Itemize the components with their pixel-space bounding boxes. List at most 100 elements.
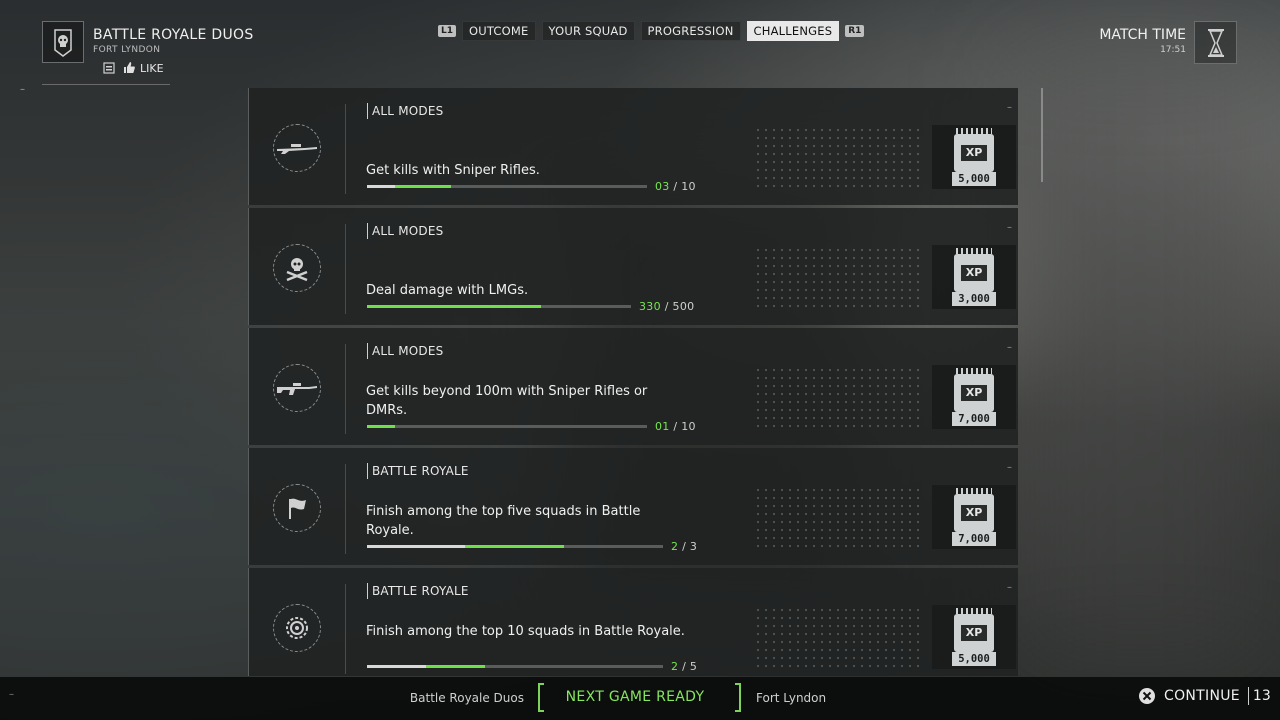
progress-gained [426, 665, 485, 668]
progress-target: 500 [672, 300, 695, 313]
card-divider [345, 104, 346, 194]
continue-button[interactable]: CONTINUE 13 [1138, 687, 1271, 705]
challenge-category: ALL MODES [367, 223, 443, 239]
footer-mode: Battle Royale Duos [409, 691, 524, 705]
progress-current: 2 [671, 540, 679, 553]
challenge-category: BATTLE ROYALE [367, 463, 469, 479]
card-divider [345, 464, 346, 554]
collapse-indicator[interactable]: – [1007, 462, 1012, 473]
tab-your-squad[interactable]: YOUR SQUAD [541, 21, 635, 41]
progress-target: 10 [681, 180, 696, 193]
challenge-progress-bar [367, 425, 647, 428]
sniper-rifle-icon [277, 144, 317, 154]
tab-progression[interactable]: PROGRESSION [640, 21, 741, 41]
footer-map: Fort Lyndon [756, 691, 827, 705]
dmr-rifle-icon [277, 383, 317, 395]
thumbs-up-icon [124, 62, 135, 73]
match-time-box [1194, 21, 1237, 64]
dot-pattern [754, 366, 924, 430]
footer-bar: – Battle Royale Duos NEXT GAME READY For… [0, 677, 1280, 720]
challenge-list[interactable]: ALL MODES Get kills with Sniper Rifles. … [248, 88, 1020, 676]
report-icon[interactable] [102, 61, 116, 75]
xp-chip-icon: XP 5,000 [952, 608, 996, 666]
progress-prior [367, 545, 465, 548]
challenge-card[interactable]: BATTLE ROYALE Finish among the top 10 sq… [248, 568, 1018, 676]
dot-pattern [754, 486, 924, 550]
progress-current: 01 [655, 420, 670, 433]
divider-dash: – [20, 84, 25, 95]
dot-pattern [754, 246, 924, 310]
challenge-description: Get kills with Sniper Rifles. [366, 163, 540, 178]
collapse-indicator[interactable]: – [1007, 582, 1012, 593]
list-scrollbar[interactable] [1041, 88, 1043, 182]
challenge-count: 2 / 5 [671, 660, 697, 673]
challenge-description: Deal damage with LMGs. [366, 283, 529, 298]
xp-reward: XP 3,000 [932, 245, 1016, 309]
challenge-badge [273, 364, 321, 412]
dot-pattern [754, 126, 924, 190]
xp-label: XP [961, 505, 987, 521]
hourglass-icon [1207, 28, 1224, 57]
mode-emblem [42, 21, 84, 63]
card-divider [345, 584, 346, 674]
challenge-category: ALL MODES [367, 343, 443, 359]
l1-hint[interactable]: L1 [438, 25, 456, 37]
challenge-card[interactable]: ALL MODES Get kills with Sniper Rifles. … [248, 88, 1018, 205]
card-divider [345, 224, 346, 314]
challenge-category: BATTLE ROYALE [367, 583, 469, 599]
challenge-progress-bar [367, 305, 631, 308]
tab-bar: L1 OUTCOME YOUR SQUAD PROGRESSION CHALLE… [438, 21, 865, 41]
progress-target: 5 [689, 660, 698, 673]
challenge-category: ALL MODES [367, 103, 443, 119]
collapse-indicator[interactable]: – [1007, 102, 1012, 113]
like-button[interactable]: LIKE [122, 61, 164, 75]
status-bracket-left [538, 683, 544, 712]
cross-button-icon [1139, 688, 1155, 704]
continue-label: CONTINUE [1164, 688, 1240, 704]
tab-challenges[interactable]: CHALLENGES [746, 21, 840, 41]
progress-separator: / [673, 420, 678, 433]
xp-amount: 5,000 [952, 652, 996, 666]
match-time-label: MATCH TIME [1099, 27, 1186, 43]
xp-label: XP [961, 145, 987, 161]
progress-gained [465, 545, 564, 548]
progress-separator: / [673, 180, 678, 193]
challenge-card[interactable]: ALL MODES Deal damage with LMGs. 330 / 5… [248, 208, 1018, 325]
tab-outcome[interactable]: OUTCOME [462, 21, 536, 41]
progress-current: 03 [655, 180, 670, 193]
challenge-card[interactable]: BATTLE ROYALE Finish among the top five … [248, 448, 1018, 565]
match-time-value: 17:51 [1160, 45, 1186, 55]
next-game-status: NEXT GAME READY [565, 689, 705, 705]
r1-hint[interactable]: R1 [845, 25, 865, 37]
like-row: LIKE [102, 61, 164, 75]
xp-reward: XP 5,000 [932, 605, 1016, 669]
challenge-progress-bar [367, 545, 663, 548]
like-label: LIKE [140, 61, 164, 75]
xp-label: XP [961, 625, 987, 641]
xp-chip-icon: XP 3,000 [952, 248, 996, 306]
challenge-progress-bar [367, 185, 647, 188]
xp-chip-icon: XP 5,000 [952, 128, 996, 186]
collapse-indicator[interactable]: – [1007, 342, 1012, 353]
xp-reward: XP 7,000 [932, 485, 1016, 549]
xp-amount: 7,000 [952, 532, 996, 546]
progress-separator: / [682, 660, 687, 673]
challenge-badge [273, 244, 321, 292]
challenge-progress-bar [367, 665, 663, 668]
challenge-count: 2 / 3 [671, 540, 697, 553]
medal-icon [286, 617, 308, 639]
collapse-indicator[interactable]: – [1007, 222, 1012, 233]
progress-current: 2 [671, 660, 679, 673]
challenge-badge [273, 484, 321, 532]
challenge-description: Get kills beyond 100m with Sniper Rifles… [366, 384, 648, 418]
status-bracket-right [735, 683, 741, 712]
skull-crossbones-icon [286, 258, 308, 282]
challenge-count: 01 / 10 [655, 420, 696, 433]
continue-countdown: 13 [1247, 687, 1271, 705]
challenge-badge [273, 604, 321, 652]
challenge-card[interactable]: ALL MODES Get kills beyond 100m with Sni… [248, 328, 1018, 445]
challenge-description: Finish among the top 10 squads in Battle… [366, 624, 685, 639]
challenge-badge [273, 124, 321, 172]
xp-chip-icon: XP 7,000 [952, 368, 996, 426]
xp-label: XP [961, 385, 987, 401]
